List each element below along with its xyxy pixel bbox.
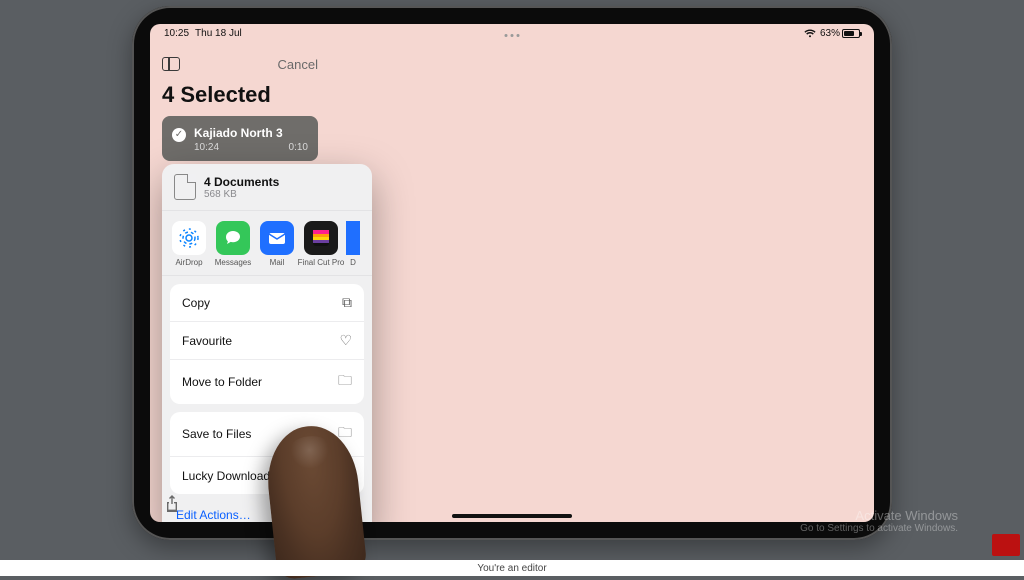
recording-duration: 0:10 — [289, 142, 308, 153]
footer-bar: You're an editor — [0, 560, 1024, 576]
action-label: Save to Files — [182, 427, 251, 441]
share-app-finalcutpro[interactable]: Final Cut Pro — [302, 221, 340, 267]
share-apps-row[interactable]: AirDrop Messages Mail — [162, 211, 372, 276]
share-app-messages[interactable]: Messages — [214, 221, 252, 267]
clock: 10:25 — [164, 28, 189, 39]
airdrop-icon — [172, 221, 206, 255]
windows-watermark: Activate Windows Go to Settings to activ… — [800, 508, 958, 534]
copy-icon: ⧉ — [342, 294, 352, 311]
selection-title: 4 Selected — [162, 82, 318, 108]
wifi-icon — [804, 29, 816, 38]
home-indicator[interactable] — [452, 514, 572, 518]
finalcutpro-icon — [304, 221, 338, 255]
action-label: Favourite — [182, 334, 232, 348]
battery-percent: 63% — [820, 28, 840, 39]
share-app-label: AirDrop — [175, 258, 202, 267]
messages-icon — [216, 221, 250, 255]
date: Thu 18 Jul — [195, 28, 242, 39]
share-action-group-1: Copy ⧉ Favourite ♡ Move to Folder 🗀 — [170, 284, 364, 404]
share-app-mail[interactable]: Mail — [258, 221, 296, 267]
cancel-button[interactable]: Cancel — [278, 57, 318, 72]
multitask-dots[interactable] — [505, 34, 520, 37]
share-app-airdrop[interactable]: AirDrop — [170, 221, 208, 267]
action-copy[interactable]: Copy ⧉ — [170, 284, 364, 322]
share-app-extra[interactable]: D — [346, 221, 360, 267]
channel-logo — [992, 534, 1020, 556]
extra-app-icon — [346, 221, 360, 255]
status-bar: 10:25 Thu 18 Jul 63% — [150, 24, 874, 42]
battery-indicator: 63% — [820, 28, 860, 39]
share-app-label: Messages — [215, 258, 251, 267]
action-favourite[interactable]: Favourite ♡ — [170, 322, 364, 360]
check-icon: ✓ — [172, 128, 186, 142]
action-label: Copy — [182, 296, 210, 310]
share-app-label: Final Cut Pro — [298, 258, 345, 267]
recording-item[interactable]: ✓Kajiado North 3 10:24 0:10 — [162, 116, 318, 161]
share-icon[interactable] — [164, 494, 180, 512]
recording-title: Kajiado North 3 — [194, 126, 283, 140]
share-doc-size: 568 KB — [204, 189, 279, 200]
action-move-to-folder[interactable]: Move to Folder 🗀 — [170, 360, 364, 404]
share-doc-count: 4 Documents — [204, 175, 279, 189]
watermark-subtitle: Go to Settings to activate Windows. — [800, 523, 958, 534]
share-app-label: Mail — [270, 258, 285, 267]
folder-icon: 🗀 — [338, 370, 352, 394]
action-label: Lucky Downloader — [182, 469, 281, 483]
document-icon — [174, 174, 196, 200]
mail-icon — [260, 221, 294, 255]
watermark-title: Activate Windows — [800, 508, 958, 523]
ipad-frame: 10:25 Thu 18 Jul 63% Cancel 4 Selected ✓ — [132, 6, 892, 540]
heart-icon: ♡ — [339, 332, 352, 349]
action-label: Move to Folder — [182, 375, 262, 389]
footer-text: You're an editor — [477, 563, 546, 574]
ipad-screen: 10:25 Thu 18 Jul 63% Cancel 4 Selected ✓ — [150, 24, 874, 522]
share-app-label: D — [350, 258, 356, 267]
sidebar-toggle-icon[interactable] — [162, 57, 180, 71]
share-header: 4 Documents 568 KB — [162, 164, 372, 211]
